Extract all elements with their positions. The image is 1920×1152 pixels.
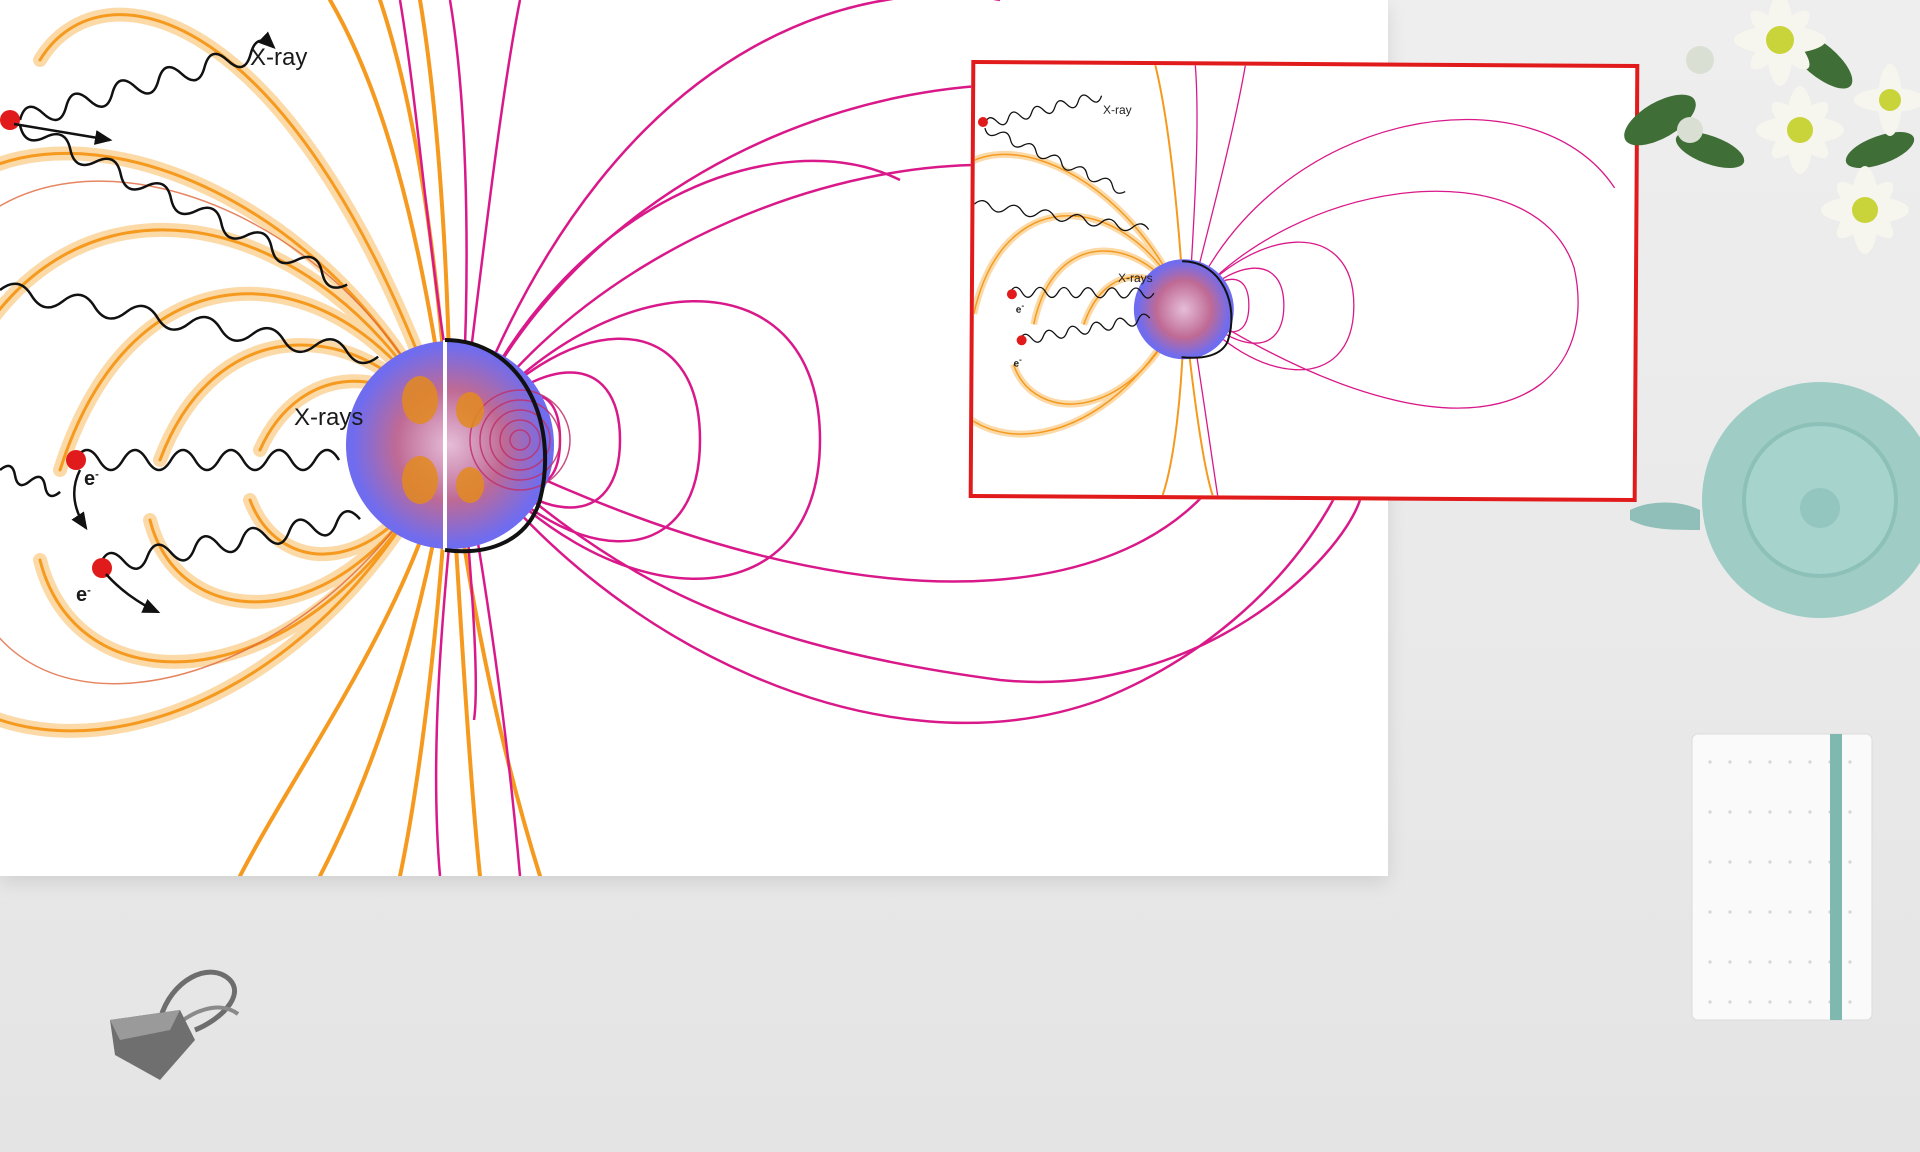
inset-diagram-svg: [972, 64, 1616, 496]
xray-label: X-ray: [250, 44, 308, 71]
succulent-bud: [1677, 117, 1703, 143]
inset-xray-label: X-ray: [1102, 102, 1132, 117]
inset-xrays-label: X-rays: [1117, 270, 1153, 286]
inset-electron-label: e-: [1013, 354, 1022, 370]
teapot-lid-knob: [1800, 488, 1840, 528]
binder-clip: [110, 969, 240, 1080]
teapot: [1630, 382, 1920, 618]
flower-bouquet: [1624, 0, 1920, 254]
daisy-flower: [1821, 166, 1909, 254]
inset-thumbnail: X-ray X-rays e- e-: [968, 59, 1640, 503]
electron-dot: [0, 110, 20, 130]
daisy-flower: [1854, 64, 1920, 136]
daisy-flower: [1756, 86, 1844, 174]
electron-dot: [92, 558, 112, 578]
inset-electron-label: e-: [1015, 300, 1025, 316]
notebook: [1691, 733, 1873, 1021]
succulent-bud: [1686, 46, 1714, 74]
electrons: [0, 110, 161, 614]
xrays-label: X-rays: [294, 404, 364, 431]
electron-dot: [66, 450, 86, 470]
star-globe: [346, 338, 571, 554]
electron-label: e-: [84, 468, 99, 490]
electron-label: e-: [76, 584, 91, 606]
notebook-elastic-band: [1830, 734, 1842, 1020]
